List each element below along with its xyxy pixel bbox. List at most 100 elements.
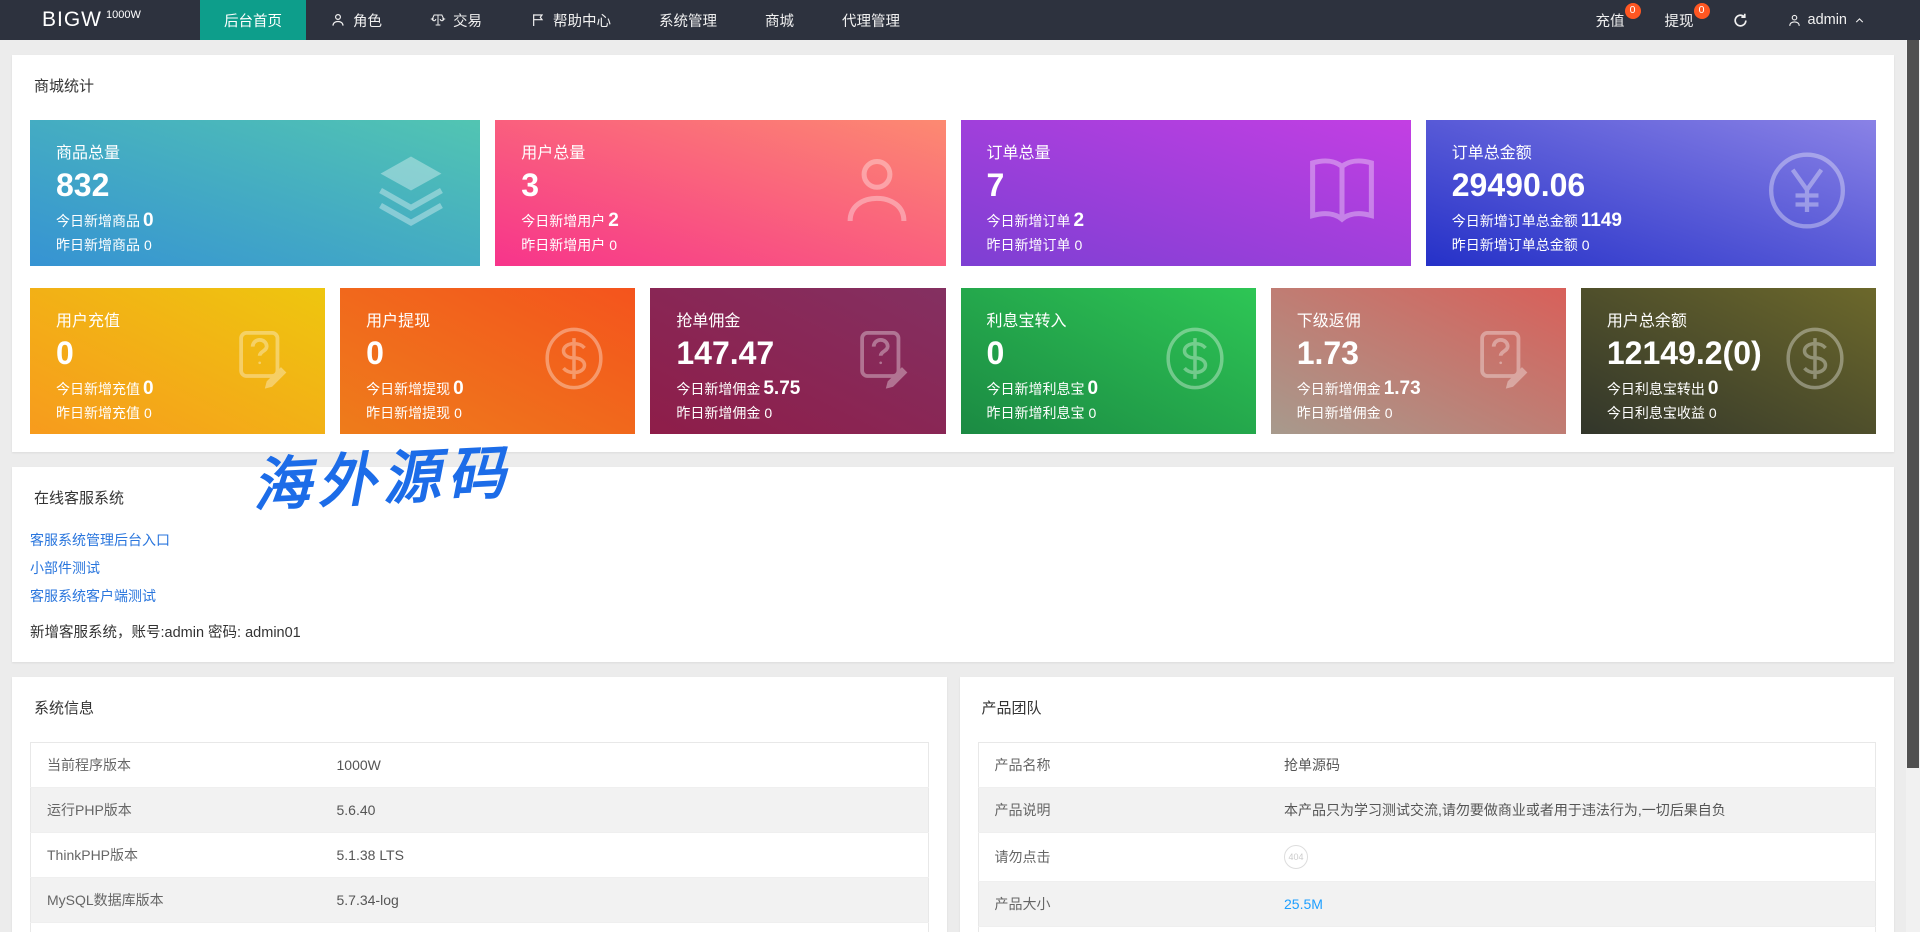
table-row: 产品名称 抢单源码: [978, 742, 1876, 788]
flag-icon: [533, 13, 543, 27]
table-row: 产品大小 25.5M: [978, 881, 1876, 927]
book-icon: [1299, 148, 1385, 239]
scales-icon: [430, 14, 446, 26]
menu-item-label: 帮助中心: [553, 13, 611, 30]
question-doc-icon: [229, 324, 299, 399]
system-info-table: 当前程序版本 1000W 运行PHP版本 5.6.40 ThinkPHP版本 5…: [30, 742, 929, 932]
dollar-circle-icon: [1780, 324, 1850, 399]
stats-row-1: 商品总量 832 今日新增商品 0 昨日新增商品 0 用户总量 3 今日新增用户 2 …: [30, 120, 1876, 266]
recharge-label: 充值: [1595, 13, 1625, 30]
menu-item-label: 代理管理: [842, 13, 900, 30]
recharge-badge: 0: [1624, 3, 1641, 19]
dollar-circle-icon: [1160, 324, 1230, 399]
service-account-note: 新增客服系统，账号:admin 密码: admin01: [30, 625, 301, 641]
table-row: 产品说明 本产品只为学习测试交流,请勿要做商业或者用于违法行为,一切后果自负: [978, 787, 1876, 833]
service-admin-entry-link[interactable]: 客服系统管理后台入口: [30, 526, 1876, 554]
row-label: 产品名称: [978, 742, 1268, 788]
row-label: MySQL数据库版本: [30, 877, 321, 923]
stat-card-orders-total: 订单总量 7 今日新增订单 2 昨日新增订单 0: [960, 120, 1411, 266]
system-info-title: 系统信息: [34, 700, 95, 717]
row-label: 数据库: [978, 926, 1268, 932]
row-label: 产品大小: [978, 881, 1268, 927]
page-content: 商城统计 商品总量 832 今日新增商品 0 昨日新增商品 0 用户总量 3 今日新…: [0, 55, 1906, 932]
navbar-right: 充值 0 提现 0 admin: [1576, 0, 1920, 40]
stat-card-order-amount-total: 订单总金额 29490.06 今日新增订单总金额 1149 昨日新增订单总金额 0: [1425, 120, 1876, 266]
stat-card-yesterday: 昨日新增充值 0: [56, 405, 152, 421]
row-value: 本产品只为学习测试交流,请勿要做商业或者用于违法行为,一切后果自负: [1268, 787, 1876, 833]
user-icon: [1788, 14, 1800, 26]
row-label: 运行PHP版本: [30, 787, 321, 833]
withdraw-label: 提现: [1664, 13, 1694, 30]
menu-item-help-center[interactable]: 帮助中心: [506, 0, 635, 40]
stat-card-yesterday: 昨日新增利息宝 0: [986, 405, 1097, 421]
menu-item-mall[interactable]: 商城: [741, 0, 818, 40]
top-navbar: BIGW 1000W 后台首页 角色 交易 帮助中心 系统管理 商城 代理管理: [0, 0, 1920, 40]
stat-card-user-balance-total: 用户总余额 12149.2(0) 今日利息宝转出 0 今日利息宝收益 0: [1580, 288, 1877, 434]
row-value: 5.1.38 LTS: [320, 832, 928, 878]
yen-circle-icon: [1764, 148, 1850, 239]
user-icon: [834, 148, 920, 239]
row-value: 1000W: [320, 742, 928, 788]
dollar-circle-icon: [539, 324, 609, 399]
menu-item-label: 系统管理: [659, 13, 717, 30]
withdraw-badge: 0: [1693, 3, 1710, 19]
service-client-test-link[interactable]: 客服系统客户端测试: [30, 582, 1876, 610]
chevron-up-icon: [1855, 17, 1864, 23]
table-row: ThinkPHP版本 5.1.38 LTS: [30, 832, 928, 878]
user-menu[interactable]: admin: [1767, 0, 1881, 40]
stat-card-yesterday: 昨日新增提现 0: [366, 405, 462, 421]
widget-test-link[interactable]: 小部件测试: [30, 554, 1876, 582]
scrollbar-thumb[interactable]: [1907, 40, 1919, 768]
mall-stats-title: 商城统计: [34, 78, 95, 95]
stat-card-users-total: 用户总量 3 今日新增用户 2 昨日新增用户 0: [495, 120, 946, 266]
page-scrollbar: [1906, 40, 1920, 932]
app-logo-text: BIGW: [42, 8, 102, 31]
user-icon: [332, 14, 344, 27]
layers-icon: [368, 148, 454, 239]
menu-item-system[interactable]: 系统管理: [635, 0, 741, 40]
row-value: Linux: [320, 922, 928, 932]
row-label: ThinkPHP版本: [30, 832, 321, 878]
menu-item-label: 交易: [453, 13, 482, 30]
stat-card-yesterday: 昨日新增佣金 0: [676, 405, 773, 421]
row-value: mysql: [1268, 926, 1876, 932]
stat-card-yesterday: 今日利息宝收益 0: [1606, 405, 1717, 421]
row-label: 当前程序版本: [30, 742, 321, 788]
refresh-icon: [1733, 12, 1747, 27]
app-logo: BIGW 1000W: [0, 0, 200, 40]
row-value: 25.5M: [1268, 881, 1876, 927]
table-row: 数据库 mysql: [978, 926, 1876, 932]
product-team-title: 产品团队: [981, 700, 1042, 717]
refresh-button[interactable]: [1714, 0, 1767, 40]
question-doc-icon: [1470, 324, 1540, 399]
menu-item-roles[interactable]: 角色: [306, 0, 406, 40]
withdraw-button[interactable]: 提现 0: [1645, 0, 1714, 40]
stat-card-user-withdraw: 用户提现 0 今日新增提现 0 昨日新增提现 0: [340, 288, 636, 434]
app-logo-version: 1000W: [106, 9, 141, 21]
menu-item-home[interactable]: 后台首页: [200, 0, 306, 40]
product-team-panel: 产品团队 产品名称 抢单源码 产品说明 本产品只为学习测试交流,请勿要做商业或者…: [959, 677, 1894, 932]
customer-service-title: 在线客服系统: [34, 490, 125, 507]
row-value: 5.7.34-log: [320, 877, 928, 923]
product-team-table: 产品名称 抢单源码 产品说明 本产品只为学习测试交流,请勿要做商业或者用于违法行…: [977, 742, 1876, 932]
username: admin: [1807, 12, 1848, 28]
bottom-panels: 系统信息 当前程序版本 1000W 运行PHP版本 5.6.40 ThinkPH…: [12, 662, 1894, 932]
menu-item-label: 商城: [765, 13, 794, 30]
table-row: MySQL数据库版本 5.7.34-log: [30, 877, 928, 923]
stat-card-products-total: 商品总量 832 今日新增商品 0 昨日新增商品 0: [30, 120, 481, 266]
mall-stats-panel: 商城统计 商品总量 832 今日新增商品 0 昨日新增商品 0 用户总量 3 今日新…: [12, 55, 1894, 452]
table-row: 当前程序版本 1000W: [30, 742, 928, 788]
recharge-button[interactable]: 充值 0: [1576, 0, 1645, 40]
question-doc-icon: [850, 324, 920, 399]
menu-item-trade[interactable]: 交易: [406, 0, 506, 40]
do-not-click-badge[interactable]: 404: [1284, 845, 1308, 869]
product-size-link[interactable]: 25.5M: [1284, 896, 1323, 912]
stats-row-2: 用户充值 0 今日新增充值 0 昨日新增充值 0 用户提现 0 今日新增提现 0 昨日…: [30, 288, 1877, 434]
row-value: 抢单源码: [1268, 742, 1876, 788]
row-label: 产品说明: [978, 787, 1268, 833]
row-label: 请勿点击: [978, 832, 1268, 882]
stat-card-interest-in: 利息宝转入 0 今日新增利息宝 0 昨日新增利息宝 0: [960, 288, 1256, 434]
customer-service-panel: 在线客服系统 客服系统管理后台入口 小部件测试 客服系统客户端测试 新增客服系统…: [12, 467, 1894, 662]
row-value: 5.6.40: [320, 787, 928, 833]
menu-item-agent[interactable]: 代理管理: [818, 0, 924, 40]
